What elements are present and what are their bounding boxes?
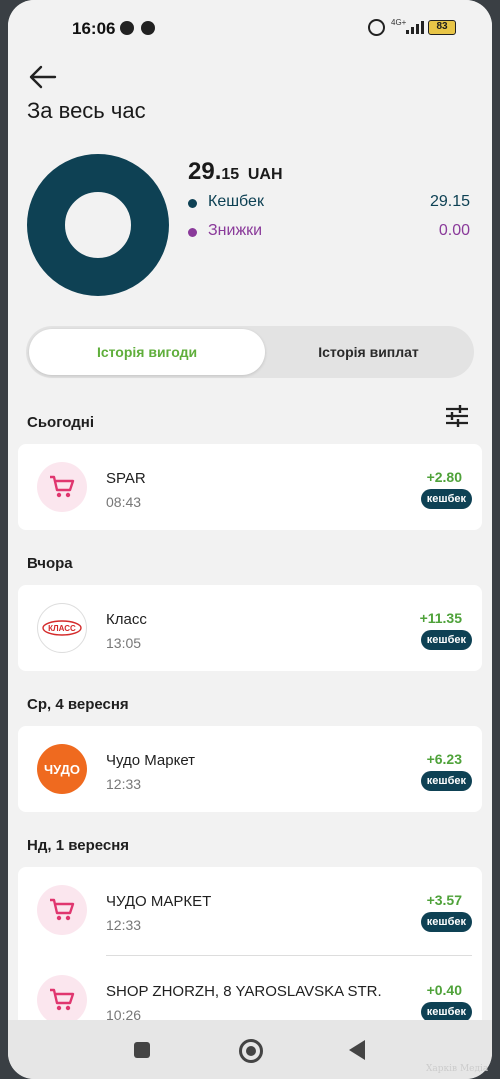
cashback-badge: кешбек bbox=[420, 912, 472, 932]
notification-icon bbox=[120, 21, 134, 35]
battery-icon: 83 bbox=[428, 20, 456, 35]
merchant-name: Чудо Маркет bbox=[106, 752, 196, 769]
transaction-amount: +11.35 bbox=[419, 610, 462, 626]
summary-total: 29.15 UAH bbox=[188, 158, 283, 186]
day-header: Нд, 1 вересня bbox=[27, 837, 130, 854]
home-icon[interactable] bbox=[239, 1039, 263, 1063]
tab-payout-history[interactable]: Історія виплат bbox=[266, 329, 471, 375]
alarm-icon bbox=[368, 19, 385, 36]
total-integer: 29. bbox=[188, 158, 222, 185]
transaction-amount: +2.80 bbox=[426, 469, 462, 485]
legend-value: 29.15 bbox=[429, 193, 470, 210]
recent-apps-icon[interactable] bbox=[134, 1042, 150, 1058]
cashback-badge: кешбек bbox=[420, 489, 472, 509]
legend-label: Кешбек bbox=[208, 193, 264, 210]
total-decimal: 15 bbox=[221, 166, 240, 183]
transaction-card: ЧУДО МАРКЕТ 12:33 +3.57 кешбек SHOP ZHOR… bbox=[18, 867, 482, 1037]
transaction-time: 08:43 bbox=[106, 494, 142, 510]
legend-dot bbox=[188, 228, 197, 237]
filter-icon[interactable] bbox=[444, 404, 470, 428]
transaction-row[interactable]: ЧУДО Чудо Маркет 12:33 +6.23 кешбек bbox=[18, 726, 482, 812]
cashback-badge: кешбек bbox=[420, 771, 472, 791]
day-header: Ср, 4 вересня bbox=[27, 696, 129, 713]
status-time: 16:06 bbox=[72, 19, 116, 38]
merchant-name: SHOP ZHORZH, 8 YAROSLAVSKA STR. bbox=[106, 983, 382, 1000]
chudo-logo-text: ЧУДО bbox=[44, 761, 80, 777]
chudo-logo: ЧУДО bbox=[37, 744, 87, 794]
day-header: Вчора bbox=[27, 555, 73, 572]
legend-label: Знижки bbox=[208, 222, 263, 239]
klass-logo-text: КЛАСС bbox=[48, 624, 76, 633]
transaction-card: SPAR 08:43 +2.80 кешбек bbox=[18, 444, 482, 530]
row-divider bbox=[106, 955, 472, 956]
system-nav-bar bbox=[8, 1020, 492, 1079]
transaction-time: 12:33 bbox=[106, 776, 142, 792]
signal-icon bbox=[406, 20, 424, 34]
history-tabs: Історія вигоди Історія виплат bbox=[26, 326, 474, 378]
legend-value: 0.00 bbox=[438, 222, 470, 239]
status-bar: 16:06 4G+ 83 bbox=[8, 0, 492, 58]
legend-cashback: Кешбек 29.15 bbox=[188, 193, 470, 215]
klass-logo: КЛАСС bbox=[37, 603, 87, 653]
transaction-row[interactable]: SPAR 08:43 +2.80 кешбек bbox=[18, 444, 482, 530]
cart-icon bbox=[37, 885, 87, 935]
day-header: Сьогодні bbox=[27, 414, 94, 431]
transaction-row[interactable]: КЛАСС Класс 13:05 +11.35 кешбек bbox=[18, 585, 482, 671]
transaction-card: ЧУДО Чудо Маркет 12:33 +6.23 кешбек bbox=[18, 726, 482, 812]
page-title: За весь час bbox=[27, 98, 146, 123]
transaction-card: КЛАСС Класс 13:05 +11.35 кешбек bbox=[18, 585, 482, 671]
legend-dot bbox=[188, 199, 197, 208]
legend-discounts: Знижки 0.00 bbox=[188, 222, 470, 244]
merchant-name: Класс bbox=[106, 611, 147, 628]
back-arrow-icon[interactable] bbox=[28, 64, 58, 90]
merchant-name: SPAR bbox=[106, 470, 146, 487]
cart-icon bbox=[37, 462, 87, 512]
cart-icon bbox=[37, 975, 87, 1025]
transaction-time: 13:05 bbox=[106, 635, 142, 651]
merchant-name: ЧУДО МАРКЕТ bbox=[106, 893, 212, 910]
watermark: Харків Медіа bbox=[426, 1064, 489, 1074]
cashback-badge: кешбек bbox=[420, 1002, 472, 1022]
total-currency: UAH bbox=[247, 166, 283, 183]
transaction-row[interactable]: ЧУДО МАРКЕТ 12:33 +3.57 кешбек bbox=[18, 867, 482, 953]
summary-donut-chart bbox=[27, 154, 169, 296]
transaction-amount: +0.40 bbox=[426, 982, 462, 998]
notification-icon bbox=[141, 21, 155, 35]
back-nav-icon[interactable] bbox=[349, 1040, 365, 1060]
phone-screen: 16:06 4G+ 83 За весь час 29.15 UAH Кешбе… bbox=[8, 0, 492, 1079]
network-label: 4G+ bbox=[391, 18, 407, 27]
transaction-amount: +3.57 bbox=[426, 892, 462, 908]
cashback-badge: кешбек bbox=[420, 630, 472, 650]
transaction-time: 12:33 bbox=[106, 917, 142, 933]
tab-benefit-history[interactable]: Історія вигоди bbox=[29, 329, 265, 375]
transaction-amount: +6.23 bbox=[426, 751, 462, 767]
